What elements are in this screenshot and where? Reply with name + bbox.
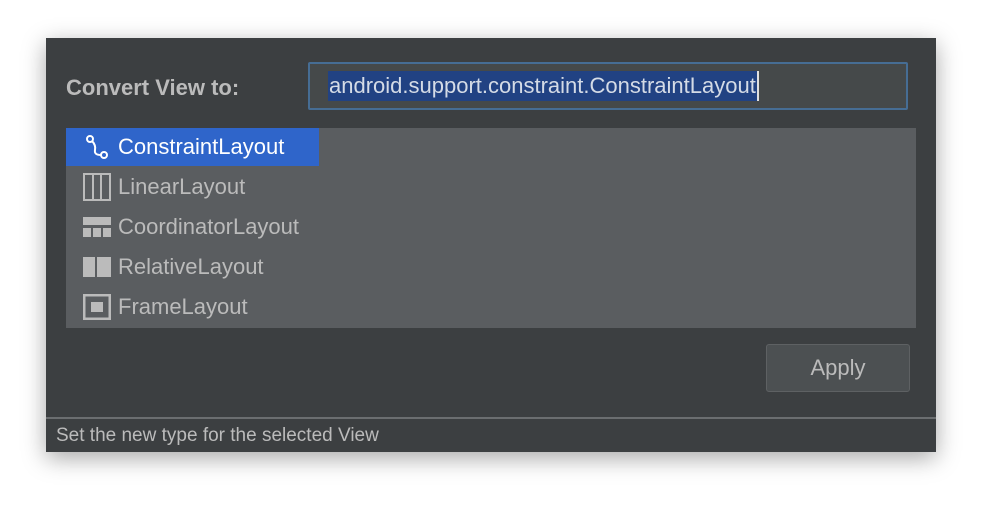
- layout-type-list[interactable]: ConstraintLayout LinearLayout Coordinato…: [66, 128, 916, 328]
- relative-layout-icon: [80, 248, 114, 286]
- list-item-constraint-layout[interactable]: ConstraintLayout: [66, 128, 320, 166]
- convert-view-dialog: Convert View to: android.support.constra…: [46, 38, 936, 452]
- list-item-label: FrameLayout: [118, 294, 248, 319]
- list-item-label: RelativeLayout: [118, 254, 264, 279]
- status-bar-text: Set the new type for the selected View: [46, 419, 936, 452]
- list-item-label: ConstraintLayout: [118, 134, 285, 159]
- apply-button[interactable]: Apply: [766, 344, 910, 392]
- list-item-linear-layout[interactable]: LinearLayout: [66, 168, 280, 206]
- view-type-input-value[interactable]: android.support.constraint.ConstraintLay…: [328, 71, 757, 101]
- constraint-layout-icon: [80, 128, 114, 166]
- list-item-relative-layout[interactable]: RelativeLayout: [66, 248, 299, 286]
- view-type-input[interactable]: android.support.constraint.ConstraintLay…: [308, 62, 908, 110]
- list-item-label: CoordinatorLayout: [118, 214, 300, 239]
- frame-layout-icon: [80, 288, 114, 326]
- list-item-frame-layout[interactable]: FrameLayout: [66, 288, 283, 326]
- linear-layout-icon: [80, 168, 114, 206]
- text-caret: [756, 71, 759, 101]
- coordinator-layout-icon: [80, 208, 114, 246]
- convert-view-label: Convert View to:: [66, 75, 240, 100]
- list-item-label: LinearLayout: [118, 174, 246, 199]
- list-item-coordinator-layout[interactable]: CoordinatorLayout: [66, 208, 334, 246]
